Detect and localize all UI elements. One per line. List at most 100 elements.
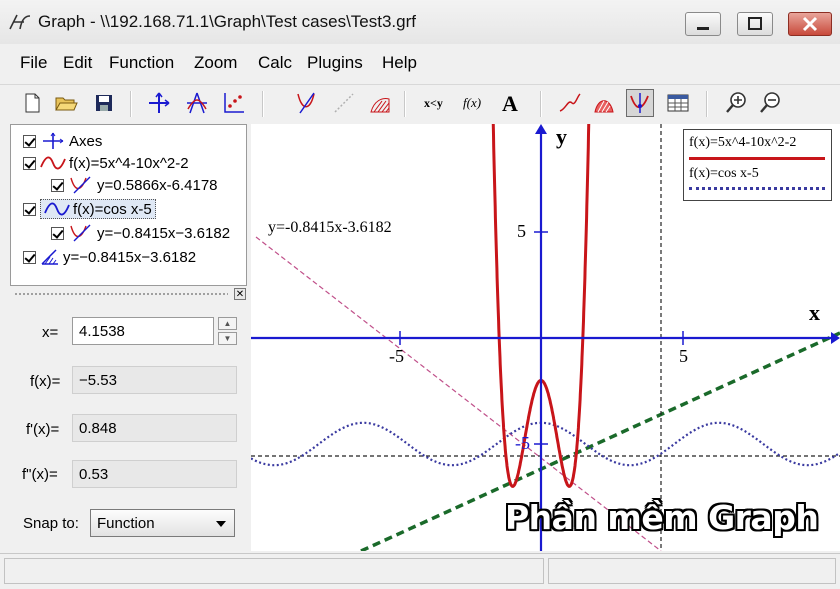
y-tick-label-neg5: -5 bbox=[515, 433, 530, 453]
evaluate-button[interactable]: x<y bbox=[422, 89, 450, 117]
legend-line-cos bbox=[689, 187, 825, 190]
tree-item-label: y=−0.8415x−3.6182 bbox=[97, 224, 231, 242]
legend-line-quartic bbox=[689, 157, 825, 160]
y-axis-arrow bbox=[535, 124, 547, 134]
menu-zoom[interactable]: Zoom bbox=[194, 53, 237, 73]
toolbar: x<y f(x) A bbox=[0, 84, 840, 123]
status-pane bbox=[4, 558, 544, 584]
tree-item-function-1[interactable]: f(x)=5x^4-10x^2-2 bbox=[23, 153, 189, 173]
minimize-icon bbox=[697, 27, 709, 30]
title-bar: Graph - \\192.168.71.1\Graph\Test cases\… bbox=[0, 0, 840, 44]
legend-item-cos: f(x)=cos x-5 bbox=[689, 166, 759, 181]
menu-plugins[interactable]: Plugins bbox=[307, 53, 363, 73]
save-button[interactable] bbox=[90, 89, 118, 117]
menu-function[interactable]: Function bbox=[109, 53, 174, 73]
tree-item-tangent-1[interactable]: y=0.5866x-6.4178 bbox=[51, 175, 218, 195]
tree-item-tangent-2[interactable]: y=−0.8415x−3.6182 bbox=[51, 223, 230, 243]
tangent-icon bbox=[297, 92, 315, 114]
table-view-icon bbox=[667, 94, 689, 112]
zoom-in-icon bbox=[726, 92, 746, 113]
spin-up-button[interactable]: ▲ bbox=[218, 317, 237, 330]
x-tick-label-5: 5 bbox=[679, 346, 688, 366]
evaluate-pressed-button[interactable] bbox=[626, 89, 654, 117]
new-button[interactable] bbox=[18, 89, 46, 117]
close-button[interactable] bbox=[788, 12, 832, 36]
tree-checkbox[interactable] bbox=[51, 226, 64, 240]
zoom-out-button[interactable] bbox=[756, 89, 784, 117]
menu-calc[interactable]: Calc bbox=[258, 53, 292, 73]
minimize-button[interactable] bbox=[685, 12, 721, 36]
menu-edit[interactable]: Edit bbox=[63, 53, 92, 73]
tree-checkbox[interactable] bbox=[51, 178, 64, 192]
evaluate-icon: x<y bbox=[424, 96, 443, 110]
tree-checkbox[interactable] bbox=[23, 250, 36, 264]
trendline-icon bbox=[559, 93, 581, 112]
new-icon bbox=[25, 93, 40, 113]
axes-button[interactable] bbox=[145, 89, 173, 117]
spin-down-button[interactable]: ▼ bbox=[218, 332, 237, 345]
svg-text:f(x): f(x) bbox=[463, 95, 481, 110]
open-button[interactable] bbox=[52, 89, 80, 117]
menu-bar: File Edit Function Zoom Calc Plugins Hel… bbox=[0, 48, 840, 78]
save-icon bbox=[96, 95, 112, 111]
ddfx-value: 0.53 bbox=[72, 460, 237, 488]
table-button[interactable]: f(x) bbox=[460, 89, 488, 117]
open-icon bbox=[55, 97, 78, 111]
svg-text:x<y: x<y bbox=[424, 96, 443, 110]
dfx-value: 0.848 bbox=[72, 414, 237, 442]
snap-value: Function bbox=[97, 515, 155, 532]
tree-checkbox[interactable] bbox=[23, 156, 36, 170]
x-input[interactable]: 4.1538 bbox=[72, 317, 214, 345]
graph-app-icon bbox=[9, 14, 31, 30]
menu-help[interactable]: Help bbox=[382, 53, 417, 73]
insert-function-button[interactable] bbox=[183, 89, 211, 117]
tree-item-axes[interactable]: Axes bbox=[23, 131, 102, 151]
insert-relation-button[interactable] bbox=[330, 89, 358, 117]
close-panel-icon[interactable]: ✕ bbox=[234, 288, 246, 300]
snap-select[interactable]: Function bbox=[90, 509, 235, 537]
insert-shading-icon bbox=[370, 98, 390, 113]
tangent-icon bbox=[70, 176, 91, 194]
integrate-button[interactable] bbox=[590, 89, 618, 117]
table-view-button[interactable] bbox=[664, 89, 692, 117]
graph-canvas[interactable]: -5 5 5 -5 x y y=-0.8415x-3.6182 f(x)=5x^… bbox=[251, 124, 840, 551]
graph-window: Graph - \\192.168.71.1\Graph\Test cases\… bbox=[0, 0, 840, 589]
tree-checkbox[interactable] bbox=[23, 134, 36, 148]
insert-point-series-button[interactable] bbox=[220, 89, 248, 117]
tree-item-shading[interactable]: y=−0.8415x−3.6182 bbox=[23, 247, 196, 267]
function-icon bbox=[40, 156, 66, 170]
zoom-in-button[interactable] bbox=[722, 89, 750, 117]
legend-item-quartic: f(x)=5x^4-10x^2-2 bbox=[689, 135, 797, 150]
snap-label: Snap to: bbox=[23, 515, 79, 532]
tree-item-label: y=−0.8415x−3.6182 bbox=[63, 248, 197, 266]
toolbar-separator bbox=[130, 91, 132, 117]
insert-point-series-icon bbox=[224, 93, 244, 113]
function-icon bbox=[44, 202, 70, 216]
label-button[interactable]: A bbox=[497, 89, 525, 117]
grip-dots bbox=[14, 292, 228, 296]
tree-item-label: f(x)=cos x-5 bbox=[73, 200, 152, 218]
tree-item-function-2[interactable]: f(x)=cos x-5 bbox=[23, 199, 156, 219]
toolbar-separator bbox=[540, 91, 542, 117]
tangent-button[interactable] bbox=[292, 89, 320, 117]
svg-text:A: A bbox=[502, 91, 518, 115]
graph-legend[interactable]: f(x)=5x^4-10x^2-2 f(x)=cos x-5 bbox=[683, 129, 832, 201]
shading-icon bbox=[41, 249, 58, 265]
maximize-button[interactable] bbox=[737, 12, 773, 36]
toolbar-separator bbox=[404, 91, 406, 117]
menu-file[interactable]: File bbox=[20, 53, 47, 73]
dfx-label: f'(x)= bbox=[26, 421, 60, 438]
zoom-out-icon bbox=[760, 92, 780, 113]
insert-shading-button[interactable] bbox=[366, 89, 394, 117]
integrate-icon bbox=[594, 100, 614, 113]
toolbar-separator bbox=[706, 91, 708, 117]
axes-icon bbox=[43, 132, 64, 149]
fx-label: f(x)= bbox=[30, 373, 61, 390]
evaluate-pressed-icon bbox=[630, 93, 649, 113]
left-panel: Axes f(x)=5x^4-10x^2-2 y=0.5866x-6.4178 … bbox=[10, 124, 247, 551]
function-tree: Axes f(x)=5x^4-10x^2-2 y=0.5866x-6.4178 … bbox=[10, 124, 247, 286]
tree-checkbox[interactable] bbox=[23, 202, 36, 216]
x-tick-label-neg5: -5 bbox=[389, 346, 404, 366]
panel-splitter[interactable]: ✕ bbox=[10, 288, 247, 300]
trendline-button[interactable] bbox=[556, 89, 584, 117]
